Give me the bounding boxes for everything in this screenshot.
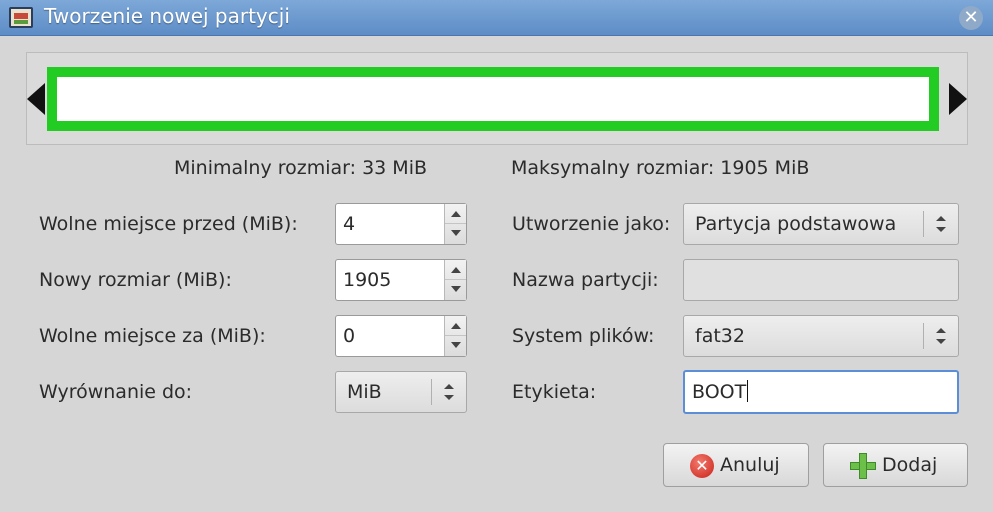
new-size-stepper[interactable] [444,260,466,300]
app-icon [9,7,33,28]
partition-resizer [26,52,968,145]
create-as-value: Partycja podstawowa [695,213,897,235]
free-before-value: 4 [343,213,356,235]
free-after-spinbox[interactable]: 0 [335,315,467,357]
free-before-label: Wolne miejsce przed (MiB): [39,213,298,235]
partition-name-label: Nazwa partycji: [512,269,659,291]
partition-bar[interactable] [47,67,939,131]
add-button[interactable]: Dodaj [823,443,968,487]
free-before-spinbox[interactable]: 4 [335,203,467,245]
filesystem-combobox[interactable]: fat32 [683,315,959,357]
title-bar: Tworzenie nowej partycji ✕ [0,0,993,36]
resize-right-handle-icon[interactable] [949,83,967,115]
min-size-label: Minimalny rozmiar: 33 MiB [174,157,428,179]
create-as-combobox[interactable]: Partycja podstawowa [683,203,959,245]
align-label: Wyrównanie do: [39,381,193,403]
cancel-icon: ✕ [690,454,714,478]
window-title: Tworzenie nowej partycji [44,4,290,28]
close-icon[interactable]: ✕ [959,6,983,30]
volume-label-label: Etykieta: [512,381,597,403]
free-after-stepper[interactable] [444,316,466,356]
free-after-value: 0 [343,325,356,347]
add-icon [850,453,876,479]
new-size-spinbox[interactable]: 1905 [335,259,467,301]
align-value: MiB [347,381,382,403]
combo-arrows-icon [934,213,948,235]
filesystem-label: System plików: [512,325,655,347]
free-after-label: Wolne miejsce za (MiB): [39,325,266,347]
free-before-stepper[interactable] [444,204,466,244]
max-size-label: Maksymalny rozmiar: 1905 MiB [511,157,810,179]
volume-label-field[interactable]: BOOT [683,370,959,414]
cancel-button[interactable]: ✕ Anuluj [663,443,809,487]
cancel-button-label: Anuluj [720,454,780,476]
resize-left-handle-icon[interactable] [27,83,45,115]
align-combobox[interactable]: MiB [335,371,467,413]
add-button-label: Dodaj [882,454,938,476]
new-size-label: Nowy rozmiar (MiB): [39,269,232,291]
combo-arrows-icon [442,381,456,403]
new-size-value: 1905 [343,269,392,291]
partition-name-field[interactable] [683,259,959,301]
dialog-content: Minimalny rozmiar: 33 MiB Maksymalny roz… [0,37,993,512]
volume-label-value: BOOT [692,380,749,403]
create-as-label: Utworzenie jako: [512,213,671,235]
combo-arrows-icon [934,325,948,347]
filesystem-value: fat32 [695,325,745,347]
